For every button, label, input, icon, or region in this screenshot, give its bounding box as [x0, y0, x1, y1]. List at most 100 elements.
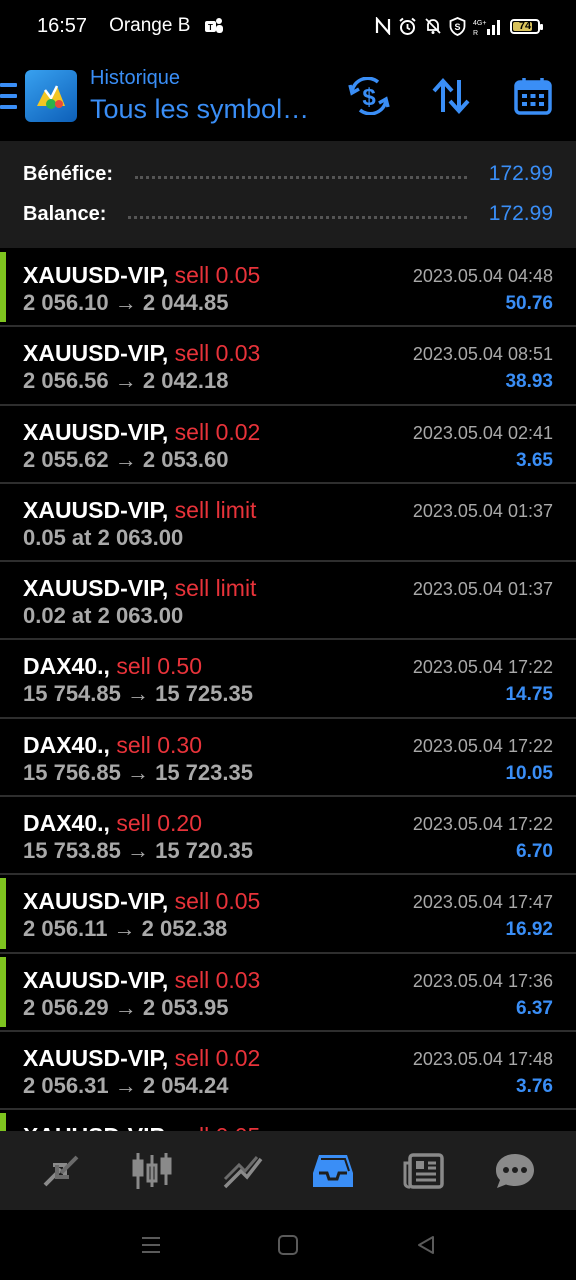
teams-icon: T: [205, 18, 224, 33]
trade-time: 2023.05.04 08:51: [412, 344, 553, 365]
metatrader-logo[interactable]: [25, 70, 77, 122]
trade-side: sell 0.03: [174, 966, 261, 993]
balance-value: 172.99: [488, 202, 553, 225]
trade-symbol: XAUUSD-VIP,: [23, 1044, 169, 1071]
trade-profit: 38.93: [505, 371, 553, 393]
trade-symbol: XAUUSD-VIP,: [23, 496, 169, 523]
trade-title: XAUUSD-VIP, sell 0.03: [23, 340, 260, 367]
status-bar: 16:57 Orange B T S 4G+ R 74: [0, 0, 576, 52]
chat-icon: [495, 1153, 534, 1188]
svg-text:R: R: [473, 30, 478, 36]
nav-chart[interactable]: [122, 1141, 182, 1201]
status-carrier: Orange B: [109, 15, 191, 36]
trade-time: 2023.05.04 01:37: [412, 500, 553, 521]
trade-time: 2023.05.04 17:22: [412, 814, 553, 835]
trade-time: 2023.05.04 17:22: [412, 735, 553, 756]
nav-history[interactable]: [303, 1141, 363, 1201]
trade-row[interactable]: XAUUSD-VIP, sell 0.03 2 056.56 → 2 042.18…: [0, 327, 576, 406]
trade-title: DAX40., sell 0.20: [23, 810, 202, 837]
sort-button[interactable]: [428, 74, 474, 118]
nav-messages[interactable]: [485, 1141, 545, 1201]
svg-text:T: T: [208, 23, 213, 32]
page-title: Historique: [90, 67, 181, 89]
trade-side: sell 0.20: [116, 810, 202, 837]
trade-row[interactable]: XAUUSD-VIP, sell 0.05: [0, 1110, 576, 1131]
position-marker: [0, 252, 6, 323]
trade-profit: 3.65: [516, 449, 553, 471]
dollar-exchange-button[interactable]: $: [346, 74, 392, 118]
battery-level: 74: [518, 20, 532, 32]
trade-symbol: DAX40.,: [23, 810, 110, 837]
trade-prices: 2 056.31 → 2 054.24: [23, 1072, 229, 1098]
trade-prices: 15 754.85 → 15 725.35: [23, 681, 253, 707]
trade-symbol: XAUUSD-VIP,: [23, 262, 169, 288]
trade-time: 2023.05.04 17:48: [412, 1048, 553, 1069]
trade-row[interactable]: DAX40., sell 0.20 15 753.85 → 15 720.35 20…: [0, 797, 576, 876]
trade-symbol: XAUUSD-VIP,: [23, 340, 169, 367]
status-time: 16:57: [37, 14, 88, 37]
trade-row[interactable]: XAUUSD-VIP, sell 0.03 2 056.29 → 2 053.95…: [0, 954, 576, 1032]
trade-row[interactable]: XAUUSD-VIP, sell 0.02 2 056.31 → 2 054.24…: [0, 1032, 576, 1111]
trade-row[interactable]: XAUUSD-VIP, sell limit 0.02 at 2 063.00 20…: [0, 562, 576, 641]
nav-trade[interactable]: [213, 1141, 273, 1201]
trade-row[interactable]: DAX40., sell 0.50 15 754.85 → 15 725.35 20…: [0, 640, 576, 719]
trade-time: 2023.05.04 17:22: [412, 657, 553, 678]
trade-side: sell limit: [174, 496, 257, 523]
dotted-leader: [135, 175, 467, 179]
trade-side: sell 0.05: [175, 1123, 261, 1131]
profit-value: 172.99: [488, 162, 553, 185]
news-icon: [403, 1152, 444, 1189]
trade-time: 2023.05.04 02:41: [412, 422, 553, 443]
shield-icon: S: [449, 16, 466, 36]
trade-row[interactable]: DAX40., sell 0.30 15 756.85 → 15 723.35 20…: [0, 719, 576, 798]
battery-icon: 74: [510, 18, 543, 34]
trade-symbol: XAUUSD-VIP,: [23, 418, 169, 445]
nav-news[interactable]: [394, 1141, 454, 1201]
recents-button[interactable]: [138, 1232, 164, 1258]
menu-icon[interactable]: [0, 83, 17, 109]
trade-title: XAUUSD-VIP, sell 0.05: [23, 262, 260, 289]
trade-prices: 15 756.85 → 15 723.35: [23, 759, 253, 785]
trade-row[interactable]: XAUUSD-VIP, sell limit 0.05 at 2 063.00 20…: [0, 484, 576, 563]
trade-symbol: XAUUSD-VIP,: [23, 888, 169, 915]
profit-row: Bénéfice: 172.99: [23, 159, 553, 189]
trade-prices: 0.02 at 2 063.00: [23, 603, 184, 629]
calendar-icon: [514, 78, 552, 115]
back-icon: [418, 1236, 434, 1254]
home-button[interactable]: [275, 1232, 301, 1258]
trade-prices: 2 056.11 → 2 052.38: [23, 916, 228, 942]
candlestick-icon: [132, 1152, 172, 1189]
trade-title: XAUUSD-VIP, sell 0.03: [23, 967, 260, 994]
trade-row[interactable]: XAUUSD-VIP, sell 0.05 2 056.10 → 2 044.85…: [0, 249, 576, 328]
trade-title: XAUUSD-VIP, sell 0.05: [23, 888, 260, 915]
trade-profit: 6.37: [516, 997, 553, 1019]
trade-title: XAUUSD-VIP, sell limit: [23, 575, 256, 602]
trade-side: sell 0.50: [116, 653, 202, 680]
signal-icon: 4G+ R: [473, 19, 500, 36]
system-nav: [0, 1210, 576, 1280]
svg-text:4G+: 4G+: [473, 20, 486, 27]
mute-icon: [425, 18, 441, 34]
trade-time: 2023.05.04 17:47: [412, 892, 553, 913]
trade-list[interactable]: XAUUSD-VIP, sell 0.05 2 056.10 → 2 044.85…: [0, 249, 576, 1131]
trade-time: 2023.05.04 01:37: [412, 579, 553, 600]
symbol-filter[interactable]: Tous les symbol…: [90, 94, 309, 125]
home-icon: [278, 1235, 298, 1255]
trade-side: sell 0.05: [174, 262, 261, 288]
calendar-button[interactable]: [510, 74, 556, 118]
trade-prices: 2 056.29 → 2 053.95: [23, 994, 229, 1020]
back-button[interactable]: [413, 1232, 439, 1258]
inbox-icon: [313, 1154, 354, 1187]
position-marker: [0, 956, 6, 1027]
svg-text:S: S: [454, 22, 460, 32]
trade-row[interactable]: XAUUSD-VIP, sell 0.02 2 055.62 → 2 053.60…: [0, 406, 576, 484]
trade-row[interactable]: XAUUSD-VIP, sell 0.05 2 056.11 → 2 052.38…: [0, 875, 576, 954]
balance-label: Balance:: [23, 202, 107, 225]
trade-title: XAUUSD-VIP, sell 0.02: [23, 1045, 260, 1072]
trade-prices: 0.05 at 2 063.00: [23, 524, 184, 550]
nav-quotes[interactable]: [31, 1141, 91, 1201]
trade-symbol: DAX40.,: [23, 653, 110, 680]
app-bar: Historique Tous les symbol… $: [0, 56, 576, 138]
trade-profit: 16.92: [505, 919, 553, 941]
trade-title: DAX40., sell 0.30: [23, 732, 202, 759]
